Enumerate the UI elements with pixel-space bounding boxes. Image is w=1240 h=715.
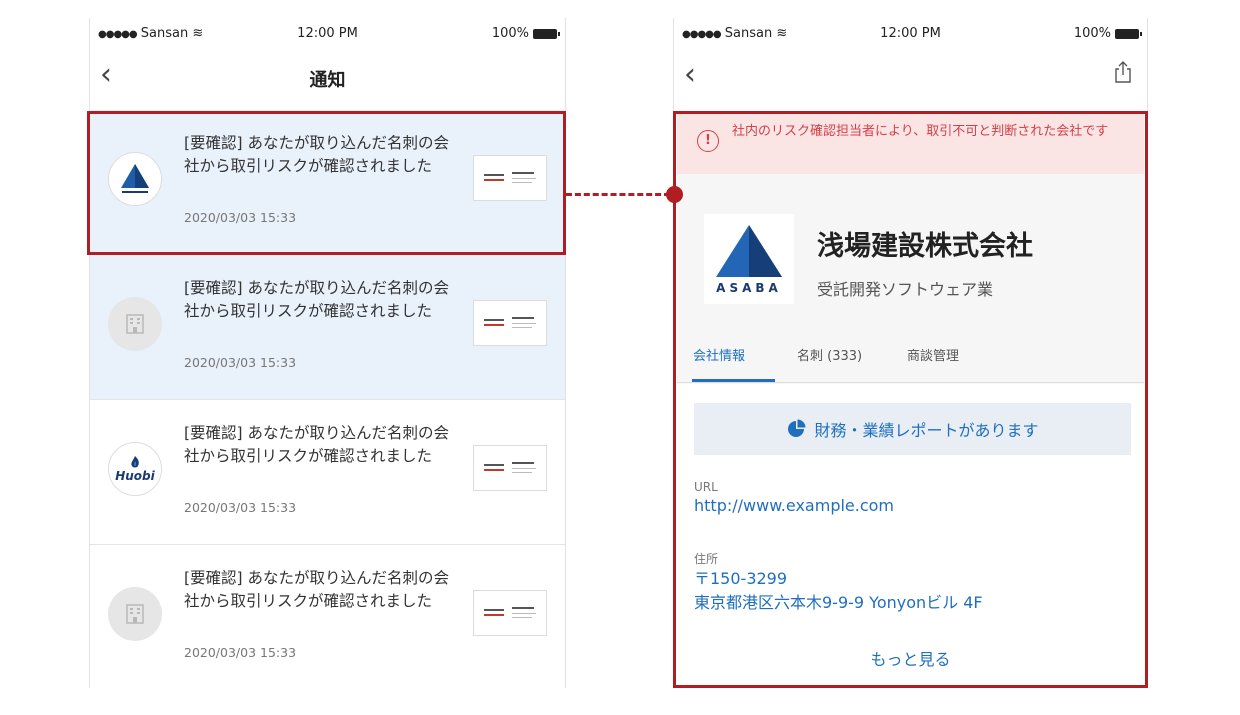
address-link[interactable]: 東京都港区六本木9-9-9 Yonyonビル 4F: [694, 591, 983, 615]
risk-alert-text: 社内のリスク確認担当者により、取引不可と判断された会社です: [732, 124, 1109, 139]
url-link[interactable]: http://www.example.com: [694, 494, 894, 518]
notification-message: [要確認] あなたが取り込んだ名刺の会社から取引リスクが確認されました: [184, 424, 450, 465]
battery-icon: [533, 28, 560, 39]
connector-dashed-line: [566, 193, 670, 196]
notification-time: 2020/03/03 15:33: [184, 210, 297, 225]
business-card-thumbnail: [473, 155, 547, 201]
financial-report-button[interactable]: 財務・業績レポートがあります: [694, 403, 1131, 455]
tab-business-cards[interactable]: 名刺 (333): [797, 348, 862, 382]
show-more-link[interactable]: もっと見る: [674, 646, 1147, 670]
company-industry: 受託開発ソフトウェア業: [817, 280, 994, 299]
share-icon[interactable]: [1113, 60, 1133, 88]
notification-item[interactable]: [要確認] あなたが取り込んだ名刺の会社から取引リスクが確認されました 2020…: [90, 110, 565, 255]
company-logo-text: ASABA: [716, 281, 782, 295]
notification-message: [要確認] あなたが取り込んだ名刺の会社から取引リスクが確認されました: [184, 134, 450, 175]
notification-item[interactable]: Huobi [要確認] あなたが取り込んだ名刺の会社から取引リスクが確認されまし…: [90, 400, 565, 545]
notification-message: [要確認] あなたが取り込んだ名刺の会社から取引リスクが確認されました: [184, 279, 450, 320]
status-bar: ●●●●● Sansan ≋ 12:00 PM 100%: [90, 18, 565, 48]
notification-time: 2020/03/03 15:33: [184, 355, 297, 370]
tabs-divider: [677, 382, 1144, 383]
tab-company-info[interactable]: 会社情報: [693, 348, 745, 382]
status-bar: ●●●●● Sansan ≋ 12:00 PM 100%: [674, 18, 1147, 48]
asaba-logo-icon: [108, 152, 162, 206]
navbar: ‹ 通知: [90, 56, 565, 100]
navbar: ‹: [674, 56, 1147, 100]
business-card-thumbnail: [473, 590, 547, 636]
notifications-screen: ●●●●● Sansan ≋ 12:00 PM 100% ‹ 通知 [要確認] …: [89, 18, 566, 688]
url-section: URL http://www.example.com: [694, 480, 894, 518]
notification-list: [要確認] あなたが取り込んだ名刺の会社から取引リスクが確認されました 2020…: [90, 110, 565, 688]
battery: 100%: [1073, 26, 1142, 41]
notification-item[interactable]: [要確認] あなたが取り込んだ名刺の会社から取引リスクが確認されました 2020…: [90, 545, 565, 688]
battery-percent: 100%: [491, 26, 529, 41]
address-label: 住所: [694, 552, 719, 566]
huobi-logo-icon: Huobi: [108, 442, 162, 496]
business-card-thumbnail: [473, 300, 547, 346]
business-card-thumbnail: [473, 445, 547, 491]
address-section: 住所 〒150-3299 東京都港区六本木9-9-9 Yonyonビル 4F: [694, 550, 983, 615]
notification-time: 2020/03/03 15:33: [184, 645, 297, 660]
url-label: URL: [694, 480, 718, 494]
tab-bar: 会社情報 名刺 (333) 商談管理: [677, 348, 1144, 384]
postal-code[interactable]: 〒150-3299: [694, 567, 983, 591]
asaba-logo-icon: [716, 225, 782, 277]
building-placeholder-icon: [108, 297, 162, 351]
page-title: 通知: [309, 70, 346, 91]
building-placeholder-icon: [108, 587, 162, 641]
alert-icon: !: [697, 130, 719, 152]
connector-dot: [666, 186, 683, 203]
battery-percent: 100%: [1073, 26, 1111, 41]
notification-message: [要確認] あなたが取り込んだ名刺の会社から取引リスクが確認されました: [184, 569, 450, 610]
risk-alert-banner: ! 社内のリスク確認担当者により、取引不可と判断された会社です: [677, 114, 1144, 174]
tab-deal-management[interactable]: 商談管理: [907, 348, 959, 382]
company-detail-screen: ●●●●● Sansan ≋ 12:00 PM 100% ‹ ! 社内のリスク確…: [673, 18, 1148, 688]
pie-chart-icon: [788, 419, 806, 437]
notification-time: 2020/03/03 15:33: [184, 500, 297, 515]
financial-report-label: 財務・業績レポートがあります: [814, 421, 1039, 440]
battery-icon: [1115, 28, 1142, 39]
back-chevron-icon[interactable]: ‹: [684, 60, 696, 90]
battery: 100%: [491, 26, 560, 41]
company-name: 浅場建設株式会社: [817, 231, 1033, 262]
notification-item[interactable]: [要確認] あなたが取り込んだ名刺の会社から取引リスクが確認されました 2020…: [90, 255, 565, 400]
huobi-logo-text: Huobi: [115, 469, 155, 483]
company-logo: ASABA: [704, 214, 794, 304]
